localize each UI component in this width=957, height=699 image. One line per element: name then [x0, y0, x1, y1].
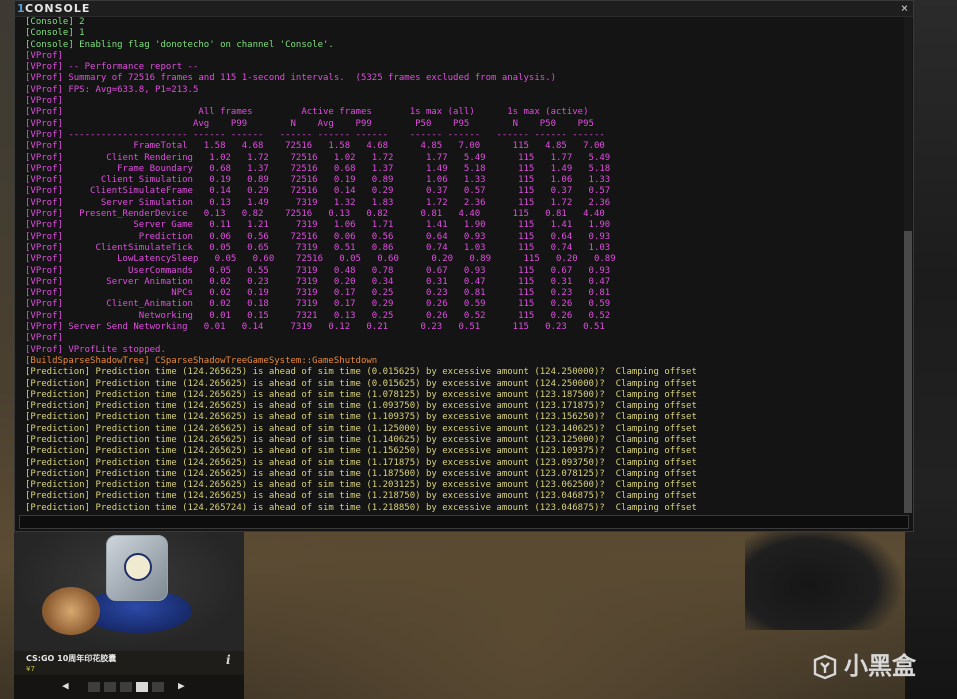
console-line: [VProf] FPS: Avg=633.8, P1=213.5	[25, 84, 199, 95]
console-line: [VProf]	[25, 50, 63, 61]
sticker-day	[42, 587, 100, 635]
console-line: [Prediction] Prediction time (124.265625…	[25, 378, 697, 389]
prev-button[interactable]: ◀	[62, 679, 69, 692]
info-icon[interactable]: i	[226, 653, 231, 667]
console-line: [Prediction] Prediction time (124.265625…	[25, 401, 697, 412]
console-scrollbar[interactable]	[904, 17, 912, 513]
item-name: CS:GO 10周年印花胶囊	[26, 654, 117, 663]
console-line: [Prediction] Prediction time (124.265625…	[25, 457, 697, 468]
watermark-text: 小黑盒	[844, 652, 916, 680]
console-line: [Prediction] Prediction time (124.265625…	[25, 491, 697, 502]
capsule-sticker	[124, 553, 152, 581]
console-line: [VProf] Frame Boundary 0.68 1.37 72516 0…	[25, 163, 611, 174]
console-line: [VProf] Prediction 0.06 0.56 72516 0.06 …	[25, 231, 611, 242]
item-price: ¥7	[26, 665, 35, 673]
console-line: [VProf] All frames Active frames 1s max …	[25, 107, 589, 118]
console-line: [Prediction] Prediction time (124.265625…	[25, 367, 697, 378]
console-line: [Prediction] Prediction time (124.265625…	[25, 480, 697, 491]
console-line: [VProf] Present_RenderDevice 0.13 0.82 7…	[25, 209, 605, 220]
pager-dot[interactable]	[104, 682, 116, 692]
console-line: [VProf] ClientSimulateTick 0.05 0.65 731…	[25, 242, 611, 253]
pager-dot[interactable]	[120, 682, 132, 692]
heybox-logo-icon	[813, 654, 837, 680]
console-line: [VProf] Client Simulation 0.19 0.89 7251…	[25, 175, 611, 186]
console-line: [VProf] Client_Animation 0.02 0.18 7319 …	[25, 299, 611, 310]
console-line: [VProf] LowLatencySleep 0.05 0.60 72516 …	[25, 254, 616, 265]
watermark-logo: 小黑盒	[812, 646, 916, 681]
console-line: [VProf]	[25, 96, 63, 107]
console-line: [Console] 2	[25, 17, 85, 27]
console-line: [VProf] VProfLite stopped.	[25, 344, 166, 355]
pager-dot[interactable]	[136, 682, 148, 692]
console-line: [BuildSparseShadowTree] CSparseShadowTre…	[25, 355, 378, 366]
console-line: [Prediction] Prediction time (124.265625…	[25, 446, 697, 457]
console-title: CONSOLE	[25, 2, 91, 15]
console-line: [VProf] ---------------------- ------ --…	[25, 129, 605, 140]
close-icon[interactable]: ×	[897, 1, 912, 16]
console-line: [Prediction] Prediction time (124.265724…	[25, 502, 697, 513]
console-line: [Console] Enabling flag 'donotecho' on c…	[25, 39, 334, 50]
console-line: [VProf] Server Animation 0.02 0.23 7319 …	[25, 276, 611, 287]
item-image	[14, 523, 244, 651]
console-line: [VProf] ClientSimulateFrame 0.14 0.29 72…	[25, 186, 611, 197]
console-line: [Prediction] Prediction time (124.265625…	[25, 389, 697, 400]
console-line: [VProf] FrameTotal 1.58 4.68 72516 1.58 …	[25, 141, 605, 152]
player-model-boot	[745, 520, 905, 630]
pager-dot[interactable]	[88, 682, 100, 692]
console-titlebar[interactable]: 1 CONSOLE ×	[15, 1, 913, 17]
console-line: [Prediction] Prediction time (124.265625…	[25, 434, 697, 445]
console-line: [VProf] Client Rendering 1.02 1.72 72516…	[25, 152, 611, 163]
console-line: [VProf] -- Performance report --	[25, 62, 199, 73]
console-line: [Prediction] Prediction time (124.265625…	[25, 468, 697, 479]
console-line: [VProf] Server Simulation 0.13 1.49 7319…	[25, 197, 611, 208]
console-line: [Prediction] Prediction time (124.265625…	[25, 412, 697, 423]
item-preview-card[interactable]: CS:GO 10周年印花胶囊 ¥7 i ◀ ▶	[14, 523, 244, 699]
next-button[interactable]: ▶	[178, 679, 185, 692]
console-line: [Prediction] Prediction time (124.265625…	[25, 423, 697, 434]
console-log[interactable]: [Console] 2 [Console] 1 [Console] Enabling…	[25, 17, 900, 513]
console-line: [VProf]	[25, 333, 63, 344]
console-line: [VProf] Server Send Networking 0.01 0.14…	[25, 322, 605, 333]
pager-dot[interactable]	[152, 682, 164, 692]
console-number: 1	[17, 2, 25, 15]
console-line: [VProf] Networking 0.01 0.15 7321 0.13 0…	[25, 310, 611, 321]
console-line: [VProf] UserCommands 0.05 0.55 7319 0.48…	[25, 265, 611, 276]
console-line: [VProf] Server Game 0.11 1.21 7319 1.06 …	[25, 220, 611, 231]
console-line: [VProf] NPCs 0.02 0.19 7319 0.17 0.25 0.…	[25, 288, 611, 299]
console-line: [Console] 1	[25, 28, 85, 39]
scrollbar-thumb[interactable]	[904, 231, 912, 513]
item-pager: ◀ ▶	[14, 675, 244, 699]
console-line: [VProf] Summary of 72516 frames and 115 …	[25, 73, 557, 84]
console-input[interactable]	[19, 515, 909, 529]
console-line: [VProf] Avg P99 N Avg P99 P50 P95 N P50 …	[25, 118, 594, 129]
console-window[interactable]: 1 CONSOLE × [Console] 2 [Console] 1 [Conso…	[14, 0, 914, 532]
